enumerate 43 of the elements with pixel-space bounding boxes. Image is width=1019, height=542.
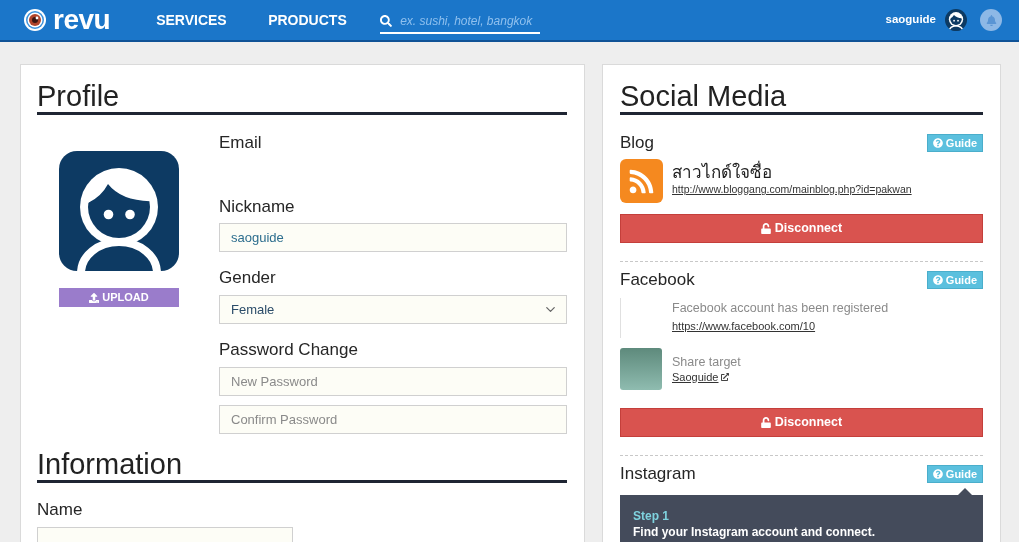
unlock-icon <box>760 417 771 428</box>
photo-placeholder <box>620 348 662 390</box>
upload-icon <box>89 292 100 303</box>
section-heading: Social Media <box>620 80 788 112</box>
blog-title: สาวไกด์ใจซื่อ <box>672 162 772 183</box>
disconnect-button[interactable]: Disconnect <box>620 408 983 437</box>
field-label: Nickname <box>219 197 296 217</box>
field-label: Email <box>219 133 263 153</box>
account-status-text: Facebook account has been registered <box>672 300 889 316</box>
share-target-link[interactable]: Saoguide <box>672 370 719 384</box>
rss-icon <box>620 159 663 203</box>
field-label: Name <box>37 500 84 520</box>
help-icon <box>932 469 943 479</box>
nav-link[interactable]: PRODUCTS <box>268 9 381 31</box>
search-field[interactable]: ex. sushi, hotel, bangkok <box>380 10 541 34</box>
external-link-icon <box>720 373 729 381</box>
brand-logo[interactable]: revu <box>53 6 111 34</box>
step-text: Find your Instagram account and connect. <box>633 525 876 540</box>
field-label: Gender <box>219 268 277 288</box>
share-target-label: Share target <box>672 354 741 370</box>
nav-link[interactable]: SERVICES <box>156 9 269 31</box>
facebook-url-link[interactable]: https://www.facebook.com/10 <box>672 319 816 333</box>
upload-button[interactable]: UPLOAD <box>59 288 179 307</box>
blog-url-link[interactable]: http://www.bloggang.com/mainblog.php?id=pakwan <box>672 183 912 196</box>
user-avatar-icon[interactable] <box>945 9 967 31</box>
help-icon <box>932 138 943 148</box>
section-label: Instagram <box>620 464 696 484</box>
gender-select[interactable]: Female <box>219 295 567 324</box>
field-label: Password Change <box>219 340 359 360</box>
step-title: Step 1 <box>633 509 669 524</box>
section-label: Blog <box>620 133 655 153</box>
password-input[interactable]: New Password <box>219 367 567 396</box>
disconnect-button[interactable]: Disconnect <box>620 214 983 243</box>
unlock-icon <box>760 223 771 234</box>
section-heading: Profile <box>37 80 121 112</box>
search-icon <box>380 15 393 27</box>
nickname-input[interactable]: saoguide <box>219 223 567 252</box>
logo-icon[interactable] <box>24 9 46 31</box>
section-label: Facebook <box>620 270 695 290</box>
help-icon <box>932 275 943 285</box>
username-link[interactable]: saoguide <box>885 11 936 29</box>
section-heading: Information <box>37 448 184 480</box>
password-input[interactable]: Confirm Password <box>219 405 567 434</box>
